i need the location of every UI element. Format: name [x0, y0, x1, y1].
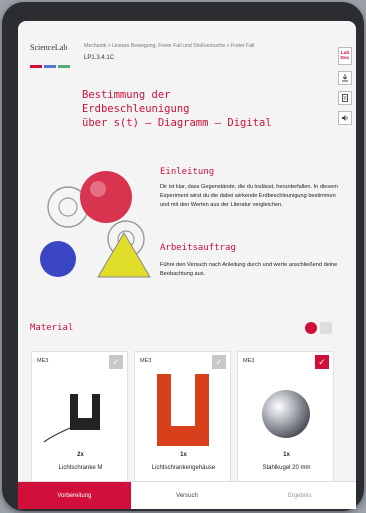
ball-highlight — [90, 181, 106, 197]
labdoc-line2: Doc — [340, 56, 350, 61]
checkbox-icon[interactable]: ✓ — [212, 355, 226, 369]
tab-ergebnis[interactable]: Ergebnis — [243, 481, 356, 509]
title-line-2: über s(t) – Diagramm – Digital — [82, 117, 272, 129]
intro-heading: Einleitung — [160, 167, 215, 177]
housing-image — [157, 374, 209, 446]
task-text: Führe den Versuch nach Anleitung durch u… — [160, 262, 338, 277]
material-card[interactable]: ME3 ✓ 1x Lichtschrankengehäuse — [134, 351, 231, 483]
material-quantity: 2x — [77, 452, 84, 458]
material-quantity: 1x — [180, 452, 187, 458]
list-view-icon[interactable] — [320, 322, 332, 334]
bottom-tabs: Vorbereitung Versuch Ergebnis — [18, 481, 356, 509]
material-heading: Material — [30, 323, 74, 333]
labdoc-button[interactable]: Lab Doc — [338, 47, 352, 65]
intro-text: Dir ist klar, dass Gegenstände, die du l… — [160, 184, 338, 208]
sciencelab-logo[interactable]: ScienceLab — [30, 43, 67, 52]
material-name: Stahlkugel 20 mm — [262, 465, 311, 471]
audio-button[interactable] — [338, 111, 352, 125]
blue-ball — [40, 241, 76, 277]
flag-icon[interactable] — [44, 65, 56, 68]
document-button[interactable] — [338, 91, 352, 105]
tab-versuch[interactable]: Versuch — [130, 481, 244, 509]
task-heading: Arbeitsauftrag — [160, 243, 236, 253]
app-screen: ScienceLab Mechanik > Lineare Bewegung, … — [18, 21, 356, 509]
material-name: Lichtschranke M — [58, 465, 103, 471]
experiment-code: LP1.3.4.1C — [84, 55, 115, 61]
steel-ball-image — [262, 390, 310, 438]
material-list: ME3 ✓ 2x Lichtschranke M ME3 ✓ 1x Lichts… — [31, 351, 356, 483]
checkbox-icon[interactable]: ✓ — [315, 355, 329, 369]
light-barrier-image — [43, 394, 100, 443]
gear-illustration — [40, 171, 151, 278]
material-name: Lichtschrankengehäuse — [151, 465, 216, 471]
material-code: ME3 — [243, 358, 255, 364]
checkbox-icon[interactable]: ✓ — [109, 355, 123, 369]
document-icon — [342, 94, 348, 102]
yellow-triangle — [97, 232, 151, 278]
speaker-icon — [342, 115, 348, 121]
tab-vorbereitung[interactable]: Vorbereitung — [18, 481, 131, 509]
grid-view-icon[interactable] — [305, 322, 317, 334]
tablet-frame: ScienceLab Mechanik > Lineare Bewegung, … — [2, 2, 364, 511]
flag-icon[interactable] — [58, 65, 70, 68]
material-quantity: 1x — [283, 452, 290, 458]
language-flags — [30, 55, 76, 68]
material-card[interactable]: ME3 ✓ 2x Lichtschranke M — [31, 351, 128, 483]
gear-hub — [58, 197, 78, 217]
app-header: ScienceLab Mechanik > Lineare Bewegung, … — [18, 21, 356, 71]
title-line-1: Bestimmung der Erdbeschleunigung — [82, 89, 190, 115]
material-code: ME3 — [140, 358, 152, 364]
download-button[interactable] — [338, 71, 352, 85]
red-ball — [80, 171, 132, 223]
material-code: ME3 — [37, 358, 49, 364]
breadcrumb[interactable]: Mechanik > Lineare Bewegung, Freier Fall… — [84, 43, 254, 49]
download-icon — [342, 74, 348, 82]
side-toolbar: Lab Doc — [338, 47, 354, 131]
material-card[interactable]: ME3 ✓ 1x Stahlkugel 20 mm — [237, 351, 334, 483]
page-title: Bestimmung der Erdbeschleunigung über s(… — [82, 88, 282, 130]
flag-icon[interactable] — [30, 65, 42, 68]
view-toggle — [305, 322, 332, 334]
